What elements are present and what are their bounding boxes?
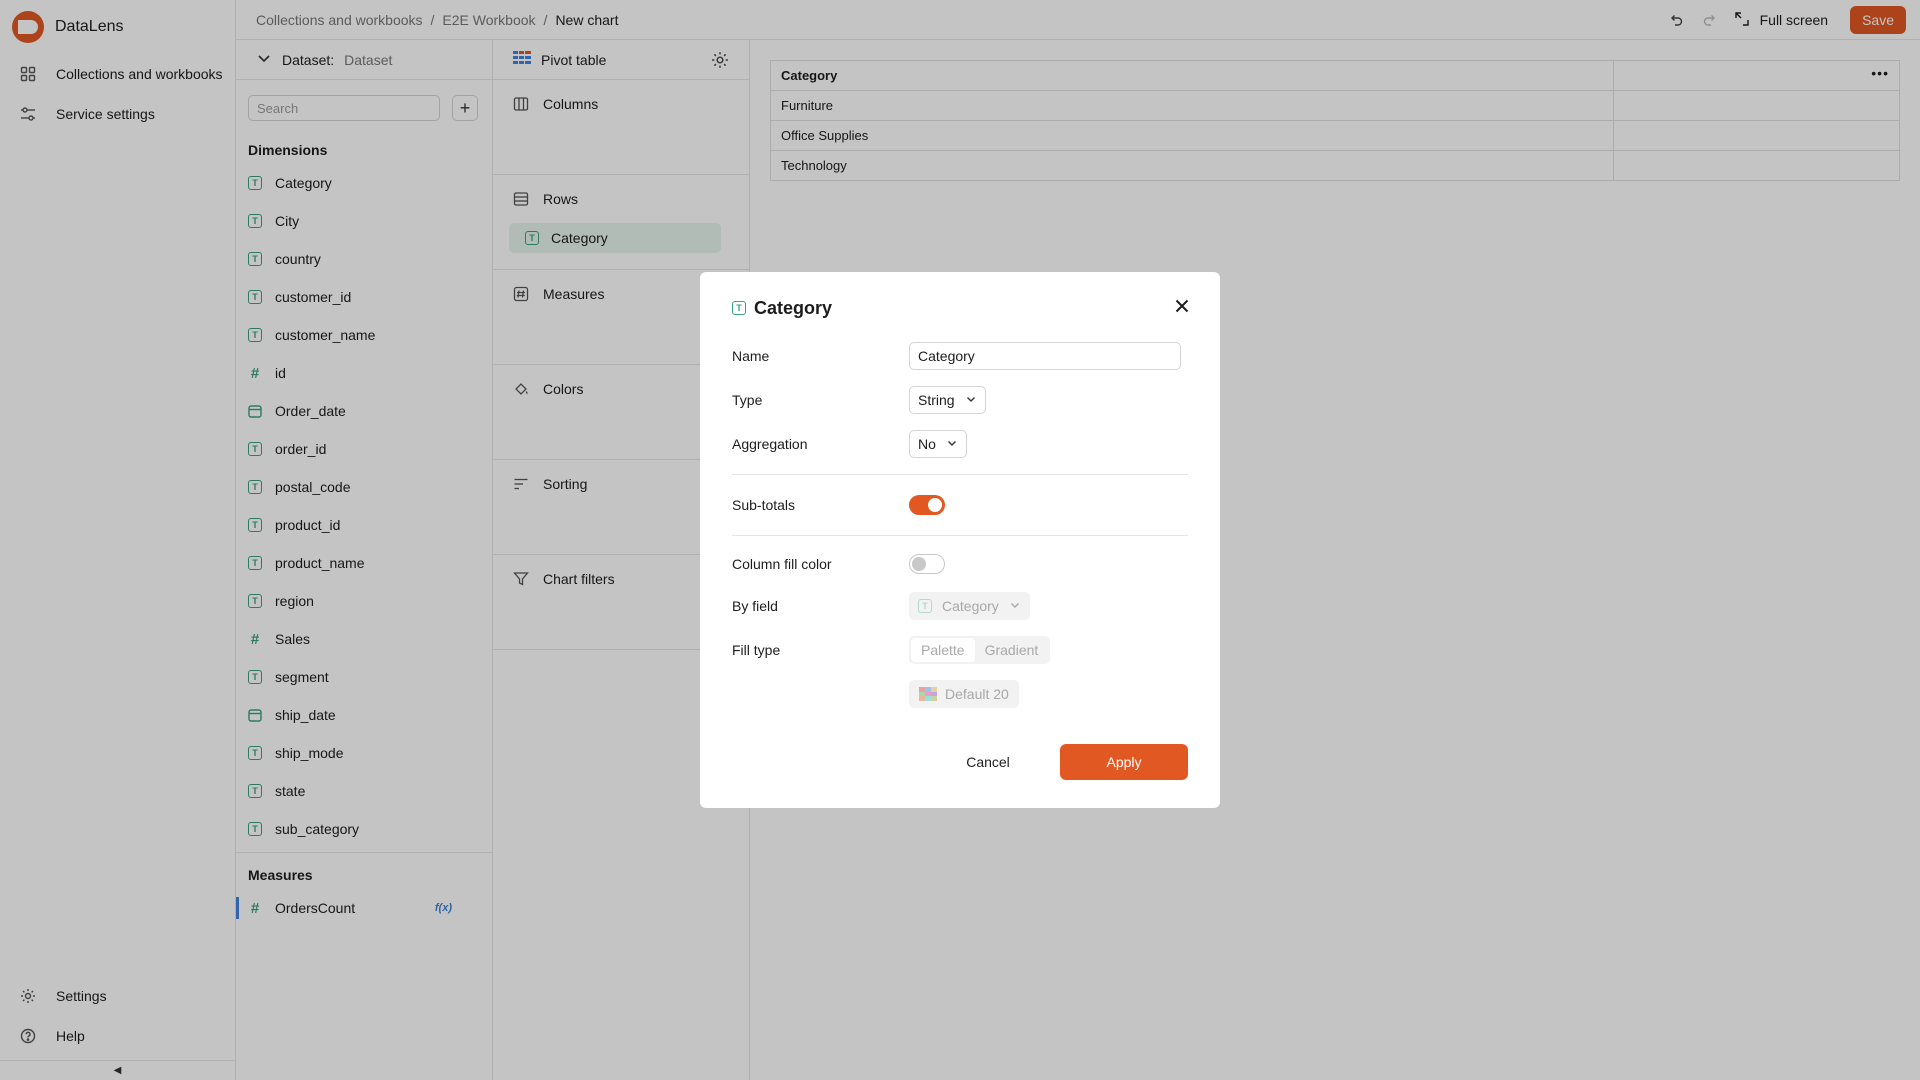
by-field-label: By field	[732, 598, 778, 614]
fill-color-label: Column fill color	[732, 556, 832, 572]
dialog-title-text: Category	[754, 297, 833, 318]
text-field-icon: T	[918, 599, 932, 613]
fill-type-segmented: Palette Gradient	[909, 636, 1051, 664]
type-row: Type String	[732, 378, 1188, 422]
chevron-down-icon	[1009, 598, 1021, 614]
name-row: Name	[732, 334, 1188, 378]
chevron-down-icon	[946, 436, 958, 452]
subtotals-row: Sub-totals	[732, 483, 1188, 527]
subtotals-toggle[interactable]	[909, 495, 945, 515]
subtotals-label: Sub-totals	[732, 497, 796, 513]
fill-type-row: Fill type Palette Gradient	[732, 628, 1188, 672]
aggregation-label: Aggregation	[732, 436, 808, 452]
chevron-down-icon	[965, 392, 977, 408]
type-select[interactable]: String	[909, 386, 986, 414]
dialog-footer: Cancel Apply	[932, 744, 1188, 780]
fill-type-palette[interactable]: Palette	[911, 638, 975, 662]
aggregation-row: Aggregation No	[732, 422, 1188, 466]
column-fill-toggle[interactable]	[909, 554, 945, 574]
palette-button[interactable]: Default 20	[909, 680, 1019, 708]
fill-type-label: Fill type	[732, 642, 781, 658]
cancel-button[interactable]: Cancel	[932, 744, 1044, 780]
dialog-title: T Category	[732, 296, 1188, 320]
type-value: String	[918, 392, 955, 408]
text-field-icon: T	[732, 301, 746, 315]
fill-type-gradient[interactable]: Gradient	[975, 638, 1049, 662]
by-field-value: Category	[942, 598, 999, 614]
by-field-select[interactable]: T Category	[909, 592, 1030, 620]
by-field-row: By field T Category	[732, 584, 1188, 628]
aggregation-select[interactable]: No	[909, 430, 967, 458]
name-field[interactable]	[909, 342, 1181, 370]
field-settings-dialog: T Category Name Type String Aggregation …	[700, 272, 1220, 808]
aggregation-value: No	[918, 436, 936, 452]
fill-color-row: Column fill color	[732, 544, 1188, 584]
name-label: Name	[732, 348, 770, 364]
palette-value: Default 20	[945, 686, 1009, 702]
palette-swatch-icon	[919, 687, 937, 701]
type-label: Type	[732, 392, 763, 408]
palette-row: Default 20	[732, 672, 1188, 716]
close-icon[interactable]	[1172, 296, 1192, 316]
apply-button[interactable]: Apply	[1060, 744, 1188, 780]
